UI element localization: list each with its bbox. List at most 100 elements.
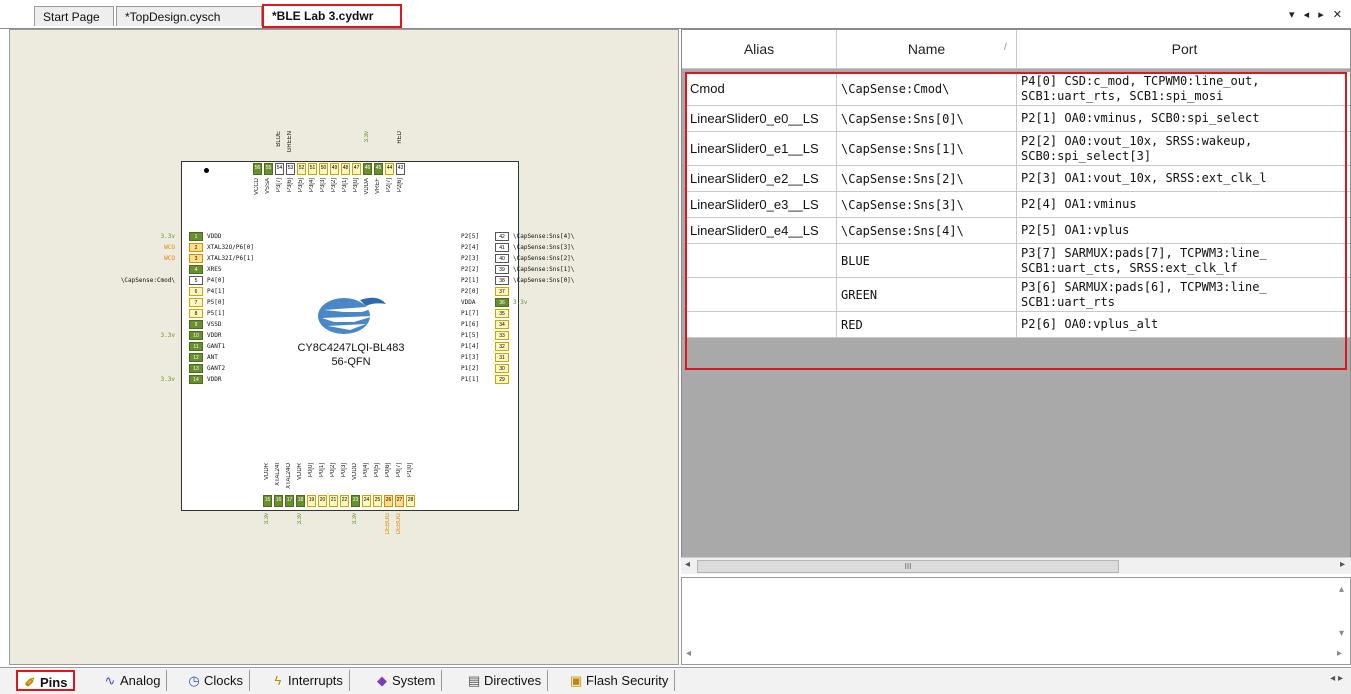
name-cell[interactable]: \CapSense:Sns[4]\ <box>837 218 1017 243</box>
tab-system[interactable]: ◆ System <box>370 670 443 691</box>
pin-number[interactable]: 30 <box>495 364 509 373</box>
tab-flash-security[interactable]: ▣ Flash Security <box>564 670 676 691</box>
port-cell[interactable]: P3[6] SARMUX:pads[6], TCPWM3:line_ SCB1:… <box>1017 278 1350 311</box>
tab-clocks[interactable]: ◷ Clocks <box>182 670 251 691</box>
pin-number[interactable]: 19 <box>307 495 316 507</box>
tab-analog[interactable]: ∿ Analog <box>98 670 168 691</box>
pin-number[interactable]: 35 <box>495 309 509 318</box>
tab-ble-lab-3[interactable]: *BLE Lab 3.cydwr <box>262 4 402 28</box>
scroll-left-icon[interactable]: ◂ <box>686 648 691 659</box>
pin-number[interactable]: 23 <box>351 495 360 507</box>
table-row[interactable]: LinearSlider0_e0__LS \CapSense:Sns[0]\ P2[… <box>686 106 1350 132</box>
name-cell[interactable]: \CapSense:Sns[0]\ <box>837 106 1017 131</box>
column-header-name[interactable]: Name <box>837 30 1017 68</box>
pin-number[interactable]: 10 <box>189 331 203 340</box>
pin-number[interactable]: 14 <box>189 375 203 384</box>
pin-number[interactable]: 50 <box>319 163 328 175</box>
name-cell[interactable]: RED <box>837 312 1017 337</box>
pin-number[interactable]: 24 <box>362 495 371 507</box>
name-cell[interactable]: \CapSense:Cmod\ <box>837 72 1017 105</box>
pin-number[interactable]: 27 <box>395 495 404 507</box>
pin-number[interactable]: 43 <box>396 163 405 175</box>
pin-number[interactable]: 34 <box>495 320 509 329</box>
pin-number[interactable]: 15 <box>263 495 272 507</box>
pin-number[interactable]: 36 <box>495 298 509 307</box>
pin-number[interactable]: 39 <box>495 265 509 274</box>
pin-number[interactable]: 37 <box>495 287 509 296</box>
pin-number[interactable]: 28 <box>406 495 415 507</box>
alias-cell[interactable]: LinearSlider0_e1__LS <box>686 132 837 165</box>
pin-number[interactable]: 11 <box>189 342 203 351</box>
pin-number[interactable]: 17 <box>285 495 294 507</box>
pin-number[interactable]: 29 <box>495 375 509 384</box>
alias-cell[interactable]: LinearSlider0_e4__LS <box>686 218 837 243</box>
table-row[interactable]: LinearSlider0_e4__LS \CapSense:Sns[4]\ P2[… <box>686 218 1350 244</box>
name-cell[interactable]: \CapSense:Sns[2]\ <box>837 166 1017 191</box>
pin-number[interactable]: 42 <box>495 232 509 241</box>
horizontal-scrollbar[interactable]: ◂ III ▸ <box>681 557 1351 574</box>
port-cell[interactable]: P2[2] OA0:vout_10x, SRSS:wakeup, SCB0:sp… <box>1017 132 1350 165</box>
pin-number[interactable]: 3 <box>189 254 203 263</box>
name-cell[interactable]: \CapSense:Sns[3]\ <box>837 192 1017 217</box>
name-cell[interactable]: \CapSense:Sns[1]\ <box>837 132 1017 165</box>
port-cell[interactable]: P2[5] OA1:vplus <box>1017 218 1350 243</box>
alias-cell[interactable]: LinearSlider0_e0__LS <box>686 106 837 131</box>
port-cell[interactable]: P2[6] OA0:vplus_alt <box>1017 312 1350 337</box>
port-cell[interactable]: P2[1] OA0:vminus, SCB0:spi_select <box>1017 106 1350 131</box>
pin-number[interactable]: 18 <box>296 495 305 507</box>
table-row[interactable]: LinearSlider0_e3__LS \CapSense:Sns[3]\ P2[… <box>686 192 1350 218</box>
tab-interrupts[interactable]: ϟ Interrupts <box>266 670 350 691</box>
pin-number[interactable]: 45 <box>374 163 383 175</box>
table-row[interactable]: GREEN P3[6] SARMUX:pads[6], TCPWM3:line_ … <box>686 278 1350 312</box>
pin-number[interactable]: 44 <box>385 163 394 175</box>
pin-number[interactable]: 6 <box>189 287 203 296</box>
table-row[interactable]: BLUE P3[7] SARMUX:pads[7], TCPWM3:line_ S… <box>686 244 1350 278</box>
table-row[interactable]: LinearSlider0_e1__LS \CapSense:Sns[1]\ P2[… <box>686 132 1350 166</box>
table-row[interactable]: LinearSlider0_e2__LS \CapSense:Sns[2]\ P2[… <box>686 166 1350 192</box>
pin-number[interactable]: 16 <box>274 495 283 507</box>
bottom-tab-nav[interactable]: ◂ ▸ <box>1330 673 1343 684</box>
pin-number[interactable]: 25 <box>373 495 382 507</box>
pin-number[interactable]: 9 <box>189 320 203 329</box>
pin-number[interactable]: 40 <box>495 254 509 263</box>
pin-number[interactable]: 7 <box>189 298 203 307</box>
pin-number[interactable]: 32 <box>495 342 509 351</box>
pin-number[interactable]: 2 <box>189 243 203 252</box>
scroll-down-icon[interactable]: ▾ <box>1339 628 1344 639</box>
alias-cell[interactable] <box>686 278 837 311</box>
pin-number[interactable]: 12 <box>189 353 203 362</box>
pin-number[interactable]: 8 <box>189 309 203 318</box>
name-cell[interactable]: GREEN <box>837 278 1017 311</box>
pin-diagram-canvas[interactable]: CY8C4247LQI-BL483 56-QFN 1 VDDD 3.3v 2 XTAL3… <box>9 29 679 665</box>
pin-number[interactable]: 20 <box>318 495 327 507</box>
alias-cell[interactable]: LinearSlider0_e2__LS <box>686 166 837 191</box>
column-header-alias[interactable]: Alias <box>682 30 837 68</box>
table-row[interactable]: Cmod \CapSense:Cmod\ P4[0] CSD:c_mod, TCPW… <box>686 72 1350 106</box>
pin-number[interactable]: 4 <box>189 265 203 274</box>
pin-number[interactable]: 5 <box>189 276 203 285</box>
alias-cell[interactable]: Cmod <box>686 72 837 105</box>
pin-number[interactable]: 13 <box>189 364 203 373</box>
pin-number[interactable]: 47 <box>352 163 361 175</box>
scroll-up-icon[interactable]: ▴ <box>1339 584 1344 595</box>
port-cell[interactable]: P4[0] CSD:c_mod, TCPWM0:line_out, SCB1:u… <box>1017 72 1350 105</box>
pin-number[interactable]: 1 <box>189 232 203 241</box>
pin-number[interactable]: 22 <box>340 495 349 507</box>
pin-number[interactable]: 46 <box>363 163 372 175</box>
pin-number[interactable]: 54 <box>275 163 284 175</box>
tab-pins[interactable]: ✐ Pins <box>16 670 76 691</box>
pin-number[interactable]: 33 <box>495 331 509 340</box>
tab-topdesign[interactable]: *TopDesign.cysch <box>116 6 262 26</box>
tab-start-page[interactable]: Start Page <box>34 6 114 26</box>
pin-number[interactable]: 55 <box>264 163 273 175</box>
pin-number[interactable]: 51 <box>308 163 317 175</box>
tab-window-controls[interactable]: ▾ ◂ ▸ ✕ <box>1289 8 1345 21</box>
name-cell[interactable]: BLUE <box>837 244 1017 277</box>
port-cell[interactable]: P2[4] OA1:vminus <box>1017 192 1350 217</box>
scroll-right-icon[interactable]: ▸ <box>1337 648 1342 659</box>
pin-number[interactable]: 52 <box>297 163 306 175</box>
port-cell[interactable]: P2[3] OA1:vout_10x, SRSS:ext_clk_l <box>1017 166 1350 191</box>
pin-number[interactable]: 53 <box>286 163 295 175</box>
alias-cell[interactable] <box>686 312 837 337</box>
pin-number[interactable]: 56 <box>253 163 262 175</box>
